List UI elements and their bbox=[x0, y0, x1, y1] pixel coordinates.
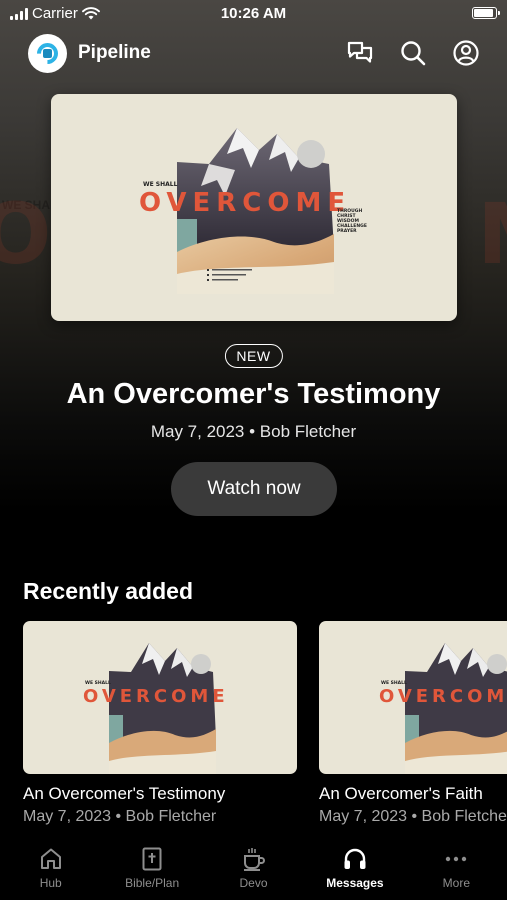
sermon-artwork: WE SHALL OVERCOME THROUGH CHRIST WISDOM CHA… bbox=[139, 124, 374, 294]
tab-more[interactable]: More bbox=[406, 840, 507, 900]
tab-devo[interactable]: Devo bbox=[203, 840, 304, 900]
featured-meta: May 7, 2023 • Bob Fletcher bbox=[150, 422, 357, 441]
tab-label: Bible/Plan bbox=[125, 876, 180, 890]
artwork-subtitle: THROUGH CHRIST WISDOM CHALLENGE PRAYER bbox=[337, 209, 367, 234]
featured-message-card[interactable]: WE SHALL OVERCOME THROUGH CHRIST WISDOM CHA… bbox=[51, 94, 457, 321]
more-icon bbox=[446, 856, 467, 862]
profile-icon[interactable] bbox=[453, 40, 479, 66]
app-header: Pipeline bbox=[28, 33, 479, 73]
tab-label: Devo bbox=[239, 876, 268, 890]
cup-icon bbox=[243, 848, 265, 871]
recent-card-meta: May 7, 2023 • Bob Fletcher bbox=[319, 808, 507, 825]
status-time: 10:26 AM bbox=[220, 5, 287, 22]
artwork-title: OVERCOME bbox=[139, 188, 352, 218]
bottom-tab-bar: Hub Bible/Plan Devo Messages More bbox=[0, 840, 507, 900]
recent-card-title: An Overcomer's Testimony bbox=[23, 784, 226, 803]
chat-icon[interactable] bbox=[347, 40, 373, 66]
watch-now-button[interactable]: Watch now bbox=[171, 462, 337, 516]
tab-hub[interactable]: Hub bbox=[0, 840, 101, 900]
tab-label: Hub bbox=[39, 876, 62, 890]
artwork-title: OVERCOME bbox=[83, 686, 229, 707]
tab-bible-plan[interactable]: Bible/Plan bbox=[101, 840, 202, 900]
recently-added-rail[interactable]: WE SHALL OVERCOME An Overcomer's Testimo… bbox=[23, 621, 507, 836]
headphones-icon bbox=[344, 848, 366, 869]
recent-card[interactable]: WE SHALL OVERCOME An Overcomer's Testimo… bbox=[23, 621, 297, 826]
tab-label: More bbox=[442, 876, 470, 890]
bible-icon bbox=[142, 847, 162, 871]
tab-messages[interactable]: Messages bbox=[304, 840, 405, 900]
recent-card-title: An Overcomer's Faith bbox=[319, 784, 483, 803]
app-name: Pipeline bbox=[78, 42, 151, 63]
recent-card-meta: May 7, 2023 • Bob Fletcher bbox=[23, 808, 217, 825]
app-logo[interactable] bbox=[28, 33, 67, 73]
recently-added-heading: Recently added bbox=[23, 578, 193, 604]
search-icon[interactable] bbox=[400, 40, 426, 66]
recent-thumbnail[interactable]: WE SHALL OVERCOME bbox=[319, 621, 507, 774]
battery-icon bbox=[472, 7, 500, 19]
status-bar: Carrier 10:26 AM bbox=[0, 0, 507, 28]
new-badge: NEW bbox=[224, 344, 283, 368]
tab-label: Messages bbox=[326, 876, 384, 890]
featured-title[interactable]: An Overcomer's Testimony bbox=[0, 378, 507, 411]
artwork-title: OVERCOME bbox=[379, 686, 507, 707]
home-icon bbox=[40, 848, 61, 869]
artwork-kicker: WE SHALL bbox=[143, 181, 178, 188]
recent-card[interactable]: WE SHALL OVERCOME An Overcomer's Faith M… bbox=[319, 621, 507, 826]
recent-thumbnail[interactable]: WE SHALL OVERCOME bbox=[23, 621, 297, 774]
